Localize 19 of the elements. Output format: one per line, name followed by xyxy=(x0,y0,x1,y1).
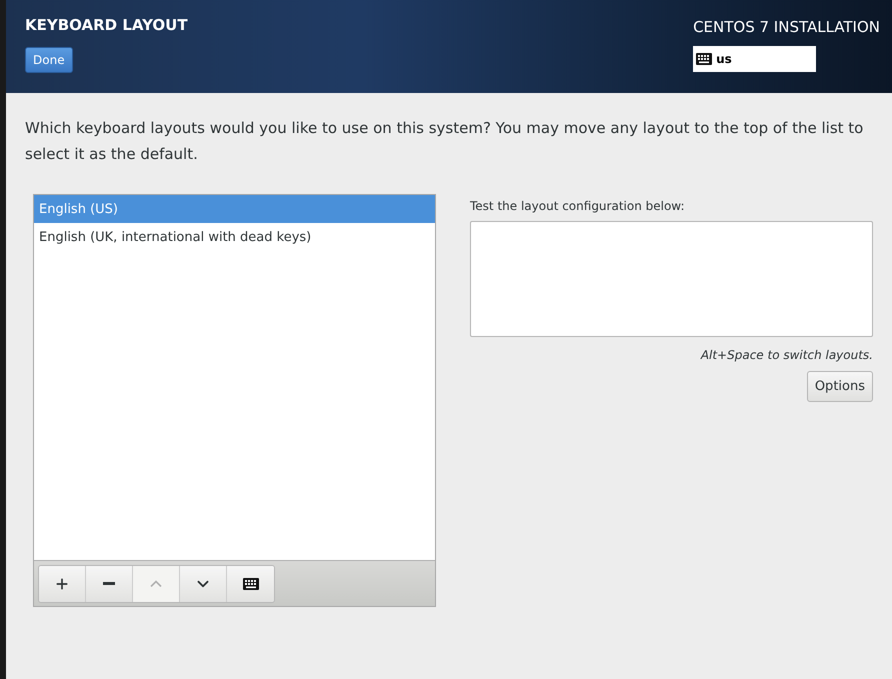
remove-layout-button[interactable] xyxy=(86,566,133,602)
test-input-field[interactable] xyxy=(470,221,873,337)
show-layout-button[interactable] xyxy=(227,566,274,602)
layout-item[interactable]: English (UK, international with dead keys) xyxy=(34,223,435,251)
keyboard-icon xyxy=(242,578,258,590)
layout-code: us xyxy=(716,52,732,66)
chevron-up-icon xyxy=(150,580,162,587)
minus-icon xyxy=(103,582,115,585)
keyboard-icon xyxy=(696,53,712,65)
switch-hint: Alt+Space to switch layouts. xyxy=(700,348,873,362)
page-title: KEYBOARD LAYOUT xyxy=(25,16,188,34)
plus-icon xyxy=(54,576,70,592)
instructions-text: Which keyboard layouts would you like to use on this system? You may move any layout to the top of the list to select it as the default. xyxy=(25,118,864,165)
layout-indicator[interactable]: us xyxy=(693,46,816,72)
test-label: Test the layout configuration below: xyxy=(470,199,686,213)
product-title: CENTOS 7 INSTALLATION xyxy=(693,18,880,36)
add-layout-button[interactable] xyxy=(39,566,86,602)
done-button[interactable]: Done xyxy=(25,47,73,73)
options-button[interactable]: Options xyxy=(806,371,873,402)
